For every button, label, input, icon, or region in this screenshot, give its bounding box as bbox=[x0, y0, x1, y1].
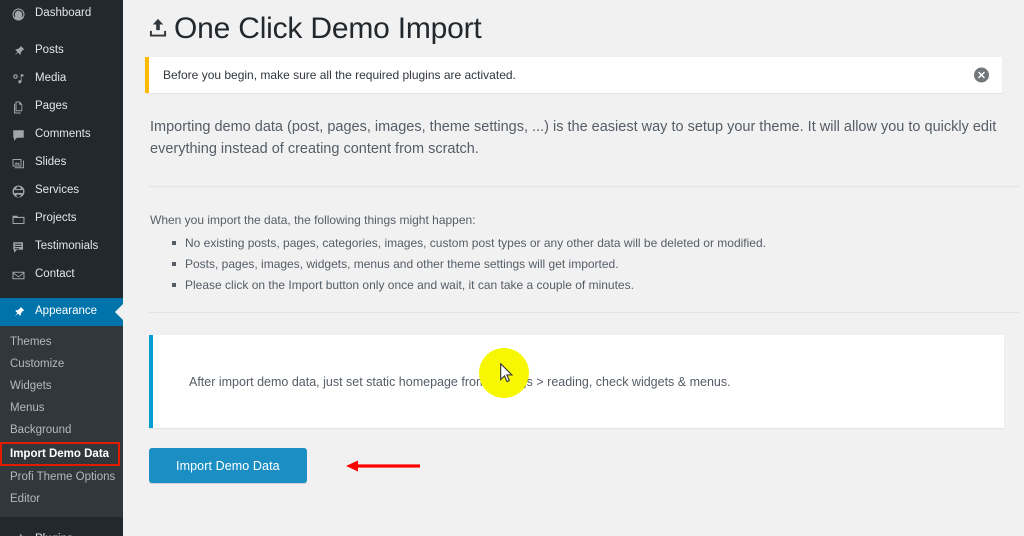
mail-icon bbox=[9, 266, 28, 284]
divider-top bbox=[148, 186, 1020, 188]
sidebar-item-dashboard[interactable]: Dashboard bbox=[0, 0, 123, 28]
submenu-item-customize[interactable]: Customize bbox=[0, 353, 123, 375]
pin-icon bbox=[9, 42, 28, 60]
sidebar-item-label: Contact bbox=[35, 268, 75, 281]
sidebar-item-label: Comments bbox=[35, 128, 91, 141]
list-item: No existing posts, pages, categories, im… bbox=[172, 236, 1024, 250]
page-title: One Click Demo Import bbox=[145, 14, 1024, 44]
sidebar-item-label: Projects bbox=[35, 212, 77, 225]
admin-sidebar: Dashboard Posts Media Pages Comments Sli… bbox=[0, 0, 123, 536]
sidebar-item-services[interactable]: Services bbox=[0, 177, 123, 205]
divider-bottom bbox=[148, 312, 1020, 314]
sidebar-item-label: Media bbox=[35, 72, 67, 85]
submenu-item-import-demo-data[interactable]: Import Demo Data bbox=[0, 442, 120, 467]
media-icon bbox=[9, 70, 28, 88]
sidebar-item-label: Testimonials bbox=[35, 240, 99, 253]
sidebar-item-posts[interactable]: Posts bbox=[0, 37, 123, 65]
dashboard-icon bbox=[9, 5, 28, 23]
sidebar-item-media[interactable]: Media bbox=[0, 65, 123, 93]
upload-icon bbox=[145, 16, 171, 42]
notice-text: Before you begin, make sure all the requ… bbox=[163, 68, 516, 82]
sidebar-item-label: Services bbox=[35, 184, 80, 197]
submenu-item-widgets[interactable]: Widgets bbox=[0, 375, 123, 397]
intro-paragraph: Importing demo data (post, pages, images… bbox=[150, 119, 997, 158]
appearance-submenu: Themes Customize Widgets Menus Backgroun… bbox=[0, 326, 123, 517]
plugins-icon bbox=[9, 531, 28, 536]
sidebar-item-label: Pages bbox=[35, 100, 68, 113]
sidebar-separator bbox=[0, 517, 123, 526]
globe-icon bbox=[9, 182, 28, 200]
sidebar-separator bbox=[0, 28, 123, 37]
submenu-item-themes[interactable]: Themes bbox=[0, 331, 123, 353]
sidebar-separator bbox=[0, 289, 123, 298]
sidebar-item-testimonials[interactable]: Testimonials bbox=[0, 233, 123, 261]
infobox-text: After import demo data, just set static … bbox=[189, 374, 731, 389]
appearance-brush-icon bbox=[9, 303, 28, 321]
submenu-item-menus[interactable]: Menus bbox=[0, 398, 123, 420]
sidebar-item-label: Posts bbox=[35, 44, 64, 57]
plugins-notice: Before you begin, make sure all the requ… bbox=[145, 57, 1002, 93]
submenu-item-background[interactable]: Background bbox=[0, 420, 123, 442]
list-item: Posts, pages, images, widgets, menus and… bbox=[172, 257, 1024, 271]
pages-icon bbox=[9, 98, 28, 116]
submenu-item-editor[interactable]: Editor bbox=[0, 489, 123, 511]
list-item: Please click on the Import button only o… bbox=[172, 278, 1024, 292]
close-circle-icon[interactable] bbox=[974, 67, 989, 83]
sidebar-item-label: Appearance bbox=[35, 305, 98, 318]
sidebar-item-appearance[interactable]: Appearance bbox=[0, 298, 123, 326]
main-content: One Click Demo Import Before you begin, … bbox=[123, 0, 1024, 536]
browser-screen: Dashboard Posts Media Pages Comments Sli… bbox=[0, 0, 1024, 536]
happenings-list: No existing posts, pages, categories, im… bbox=[167, 236, 1024, 292]
folder-icon bbox=[9, 210, 28, 228]
sidebar-item-comments[interactable]: Comments bbox=[0, 121, 123, 149]
post-import-infobox: After import demo data, just set static … bbox=[149, 335, 1004, 429]
annotation-arrow-icon bbox=[334, 459, 422, 473]
import-demo-data-button[interactable]: Import Demo Data bbox=[149, 448, 307, 484]
sidebar-item-projects[interactable]: Projects bbox=[0, 205, 123, 233]
sidebar-item-contact[interactable]: Contact bbox=[0, 261, 123, 289]
sidebar-item-slides[interactable]: Slides bbox=[0, 149, 123, 177]
sidebar-item-label: Slides bbox=[35, 156, 67, 169]
submenu-item-profi-theme-options[interactable]: Profi Theme Options bbox=[0, 466, 123, 488]
action-row: Import Demo Data bbox=[149, 448, 1024, 484]
happenings-lead: When you import the data, the following … bbox=[150, 213, 476, 228]
testimonial-icon bbox=[9, 238, 28, 256]
sidebar-item-label: Dashboard bbox=[35, 7, 92, 20]
comment-icon bbox=[9, 126, 28, 144]
sidebar-item-pages[interactable]: Pages bbox=[0, 93, 123, 121]
sidebar-item-plugins[interactable]: Plugins bbox=[0, 526, 123, 536]
slides-icon bbox=[9, 154, 28, 172]
page-title-text: One Click Demo Import bbox=[174, 12, 482, 45]
